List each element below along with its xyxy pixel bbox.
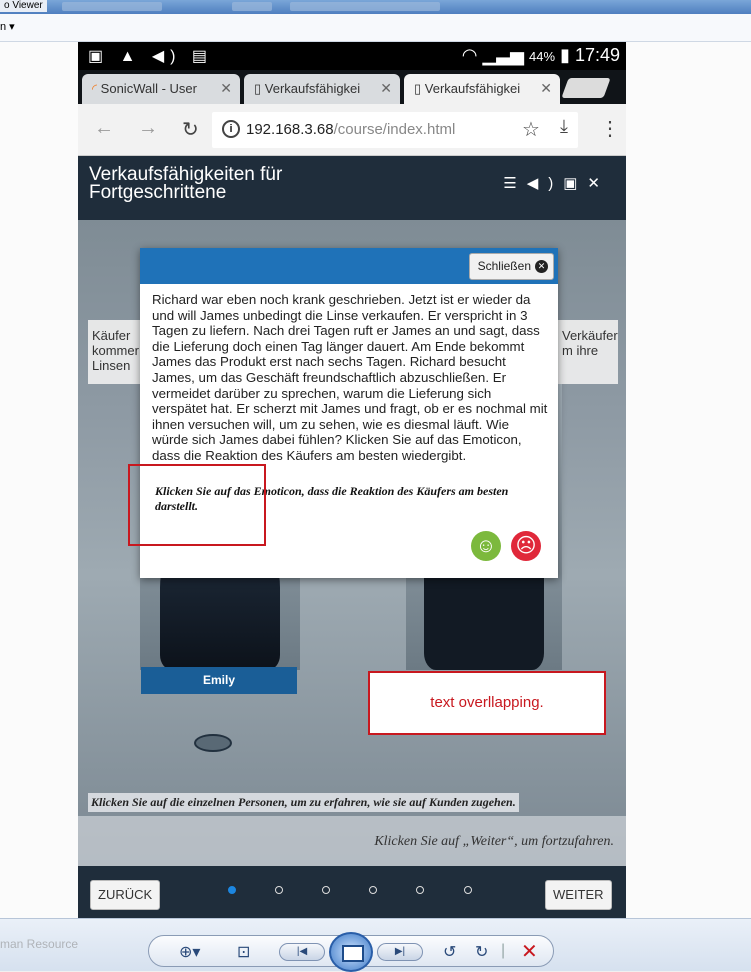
tab-close-icon[interactable]: ✕ — [220, 80, 232, 97]
actual-size-icon[interactable]: ⊡ — [237, 942, 250, 962]
tab-course-2[interactable]: ▯ Verkaufsfähigkei ✕ — [404, 74, 560, 104]
dialog-header: Schließen ✕ — [140, 248, 558, 284]
wifi-icon: ◠ — [461, 45, 478, 65]
sonicwall-icon: ◜ — [92, 81, 98, 96]
annotation-note: text overllapping. — [368, 671, 606, 735]
close-circle-icon: ✕ — [535, 260, 548, 273]
clock: 17:49 — [574, 45, 620, 65]
zoom-icon[interactable]: ⊕▾ — [179, 942, 200, 962]
next-button[interactable]: WEITER — [545, 880, 612, 910]
viewer-menu-bar: n ▾ — [0, 14, 751, 42]
status-icons: ▣ ▲ ◀) ▤ — [88, 48, 214, 65]
back-button[interactable]: ZURÜCK — [90, 880, 161, 910]
tab-label: Verkaufsfähigkei — [424, 81, 521, 96]
page-icon: ▯ — [414, 81, 422, 96]
tab-sonicwall[interactable]: ◜ SonicWall - User ✕ — [82, 74, 240, 104]
course-footer: ZURÜCK WEITER — [78, 866, 626, 918]
rotate-left-icon[interactable]: ↺ — [443, 942, 456, 962]
status-right: ◠ ▁▃▅ 44% ▮ 17:49 — [462, 45, 620, 66]
course-header: Verkaufsfähigkeiten für Fortgeschrittene… — [78, 156, 626, 220]
viewer-menu-item[interactable]: n ▾ — [0, 20, 15, 33]
viewer-title: o Viewer — [0, 0, 47, 12]
resource-label: man Resource — [0, 937, 79, 951]
delete-icon[interactable]: ✕ — [521, 939, 538, 964]
person-name-label[interactable]: Emily — [141, 667, 297, 694]
page-icon: ▯ — [254, 81, 262, 96]
annotation-highlight-box — [128, 464, 266, 546]
battery-icon: ▮ — [560, 45, 570, 65]
more-menu-icon[interactable]: ⋮ — [600, 116, 620, 141]
download-icon[interactable]: ⤓ — [560, 116, 568, 137]
signal-icon: ▁▃▅ — [482, 45, 524, 65]
toolbar-divider: | — [501, 942, 506, 959]
tab-label: SonicWall - User — [100, 81, 197, 96]
slideshow-icon[interactable] — [329, 932, 373, 972]
viewer-toolbar: man Resource ⊕▾ ⊡ |◀ ▶| ↺ ↻ | ✕ — [0, 918, 751, 972]
happy-emoticon-icon[interactable]: ☺ — [471, 531, 501, 561]
reload-icon[interactable]: ↻ — [182, 117, 199, 142]
progress-dot[interactable] — [464, 886, 472, 894]
info-icon[interactable]: i — [222, 120, 240, 138]
bookmark-star-icon[interactable]: ☆ — [522, 117, 540, 142]
progress-dot[interactable] — [322, 886, 330, 894]
tab-close-icon[interactable]: ✕ — [380, 80, 392, 97]
forward-arrow-icon[interactable]: → — [138, 117, 158, 140]
next-icon[interactable]: ▶| — [377, 943, 423, 961]
menu-list-icon[interactable]: ☰ — [503, 175, 526, 192]
previous-icon[interactable]: |◀ — [279, 943, 325, 961]
sad-emoticon-icon[interactable]: ☹ — [511, 531, 541, 561]
instruction-next: Klicken Sie auf „Weiter“, um fortzufahre… — [78, 816, 626, 866]
url-host: 192.168.3.68 — [246, 121, 334, 138]
battery-percent: 44% — [528, 49, 556, 64]
rotate-right-icon[interactable]: ↻ — [475, 942, 488, 962]
browser-tab-strip: ◜ SonicWall - User ✕ ▯ Verkaufsfähigkei … — [78, 70, 626, 104]
audio-icon[interactable]: ◀) — [527, 175, 564, 192]
progress-dot[interactable] — [369, 886, 377, 894]
scenario-text: Richard war eben noch krank geschrieben.… — [152, 292, 548, 463]
title-blur — [290, 2, 440, 11]
glossary-icon[interactable]: ▣ — [563, 175, 587, 192]
progress-dot[interactable] — [275, 886, 283, 894]
progress-dot[interactable] — [416, 886, 424, 894]
viewer-title-bar: o Viewer — [0, 0, 751, 14]
back-arrow-icon[interactable]: ← — [94, 117, 114, 140]
tab-course-1[interactable]: ▯ Verkaufsfähigkei ✕ — [244, 74, 400, 104]
info-box-left: Käufer kommer Linsen — [88, 320, 140, 384]
close-button-label: Schließen — [477, 259, 531, 273]
url-path: /course/index.html — [333, 121, 456, 138]
tab-label: Verkaufsfähigkei — [264, 81, 361, 96]
close-dialog-button[interactable]: Schließen ✕ — [468, 253, 554, 280]
progress-dot[interactable] — [228, 886, 236, 894]
new-tab-button[interactable] — [561, 78, 611, 98]
title-blur — [232, 2, 272, 11]
instruction-people: Klicken Sie auf die einzelnen Personen, … — [88, 793, 519, 812]
viewer-controls: ⊕▾ ⊡ |◀ ▶| ↺ ↻ | ✕ — [148, 932, 554, 972]
tab-close-icon[interactable]: ✕ — [540, 80, 552, 97]
info-box-right: Verkäufer m ihre — [558, 320, 618, 384]
url-bar: ← → ↻ i 192.168.3.68/course/index.html ☆… — [78, 104, 626, 156]
title-blur — [62, 2, 162, 11]
course-toolbar-icons: ☰◀)▣✕ — [503, 174, 610, 192]
view-eye-icon[interactable] — [194, 734, 232, 752]
status-bar: ▣ ▲ ◀) ▤ ◠ ▁▃▅ 44% ▮ 17:49 — [78, 42, 626, 70]
close-icon[interactable]: ✕ — [587, 175, 610, 192]
course-title: Verkaufsfähigkeiten für Fortgeschrittene — [89, 164, 283, 203]
